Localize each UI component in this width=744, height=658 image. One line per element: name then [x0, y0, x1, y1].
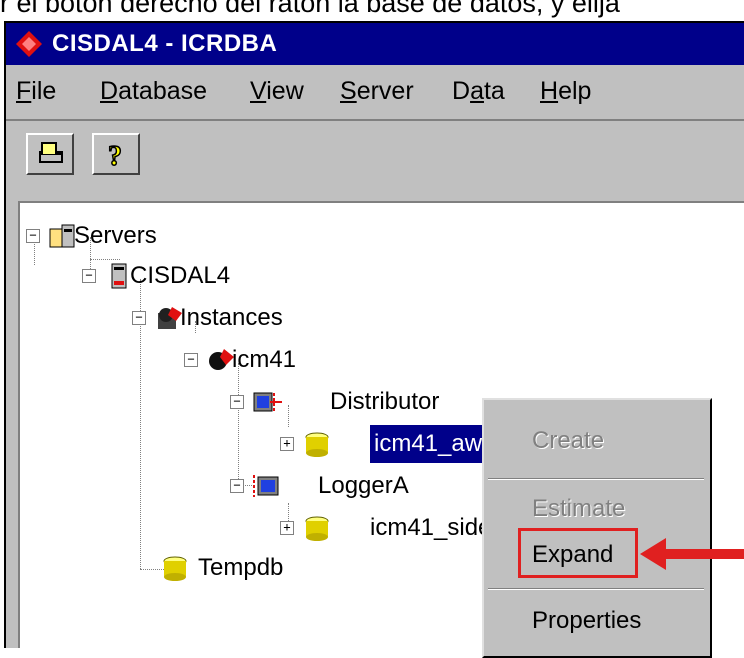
print-button[interactable]	[26, 133, 74, 175]
menu-item-properties[interactable]: Properties	[484, 598, 710, 644]
menu-item-create[interactable]: Create	[484, 418, 710, 464]
app-icon	[16, 31, 42, 57]
tree-label: icm41	[232, 346, 297, 373]
highlight-box	[518, 528, 638, 578]
collapse-toggle[interactable]: −	[230, 479, 244, 493]
expand-toggle[interactable]: +	[280, 521, 294, 535]
menu-view[interactable]: View	[250, 67, 304, 115]
database-icon	[305, 432, 329, 457]
menu-data[interactable]: Data	[452, 67, 505, 115]
help-button[interactable]: ?	[92, 133, 140, 175]
collapse-toggle[interactable]: −	[82, 269, 96, 283]
menu-help[interactable]: Help	[540, 67, 591, 115]
menu-separator	[488, 478, 704, 480]
pointer-arrow-icon	[640, 538, 744, 570]
title-bar[interactable]: CISDAL4 - ICRDBA	[6, 23, 744, 65]
collapse-toggle[interactable]: −	[184, 353, 198, 367]
menu-database[interactable]: Database	[100, 67, 207, 115]
database-icon	[163, 556, 187, 581]
help-icon: ?	[107, 140, 123, 169]
toolbar: ?	[6, 119, 744, 185]
tree-label: Servers	[74, 222, 157, 249]
instruction-caption: r el botón derecho del ratón la base de …	[0, 0, 620, 18]
expand-toggle[interactable]: +	[280, 437, 294, 451]
tree-label: Distributor	[330, 388, 440, 415]
collapse-toggle[interactable]: −	[230, 395, 244, 409]
collapse-toggle[interactable]: −	[26, 229, 40, 243]
database-icon	[305, 516, 329, 541]
tree-label: icm41_sideA	[370, 514, 500, 541]
collapse-toggle[interactable]: −	[132, 311, 146, 325]
tree-label: Tempdb	[198, 554, 284, 581]
menu-separator	[488, 588, 704, 590]
distributor-icon	[253, 392, 282, 413]
tree-label: Instances	[180, 304, 283, 331]
tree-label: CISDAL4	[130, 262, 231, 289]
print-icon	[39, 142, 63, 163]
svg-text:?: ?	[108, 141, 122, 169]
menu-bar: File Database View Server Data Help	[6, 67, 744, 115]
logger-icon	[253, 475, 279, 497]
menu-item-estimate[interactable]: Estimate	[484, 486, 710, 532]
menu-server[interactable]: Server	[340, 67, 414, 115]
tree-label: LoggerA	[318, 472, 409, 499]
menu-file[interactable]: File	[16, 67, 56, 115]
window-title: CISDAL4 - ICRDBA	[52, 30, 278, 57]
